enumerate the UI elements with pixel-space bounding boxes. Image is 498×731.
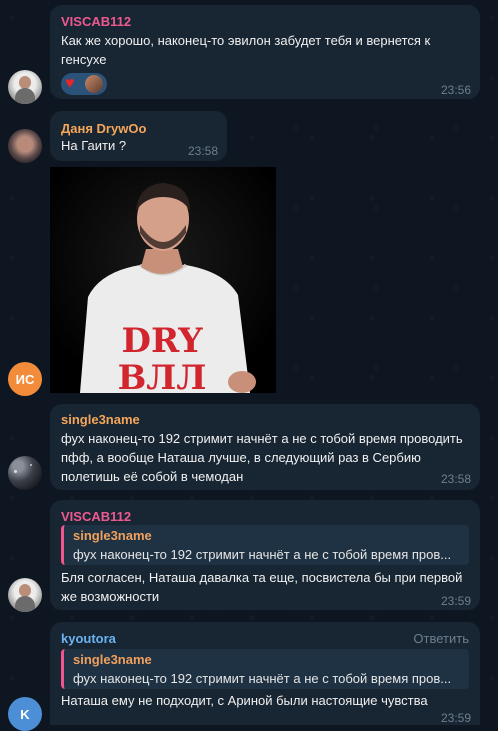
message-bubble[interactable]: kyoutora Ответить single3name фух наконе… — [50, 622, 480, 725]
avatar[interactable] — [8, 456, 42, 490]
avatar[interactable] — [8, 129, 42, 163]
message-time: 23:59 — [440, 594, 471, 608]
message-bubble[interactable]: VISCAB112 Как же хорошо, наконец-то эвил… — [50, 5, 480, 99]
reply-text: фух наконец-то 192 стримит начнёт а не с… — [73, 671, 452, 686]
reply-preview[interactable]: single3name фух наконец-то 192 стримит н… — [61, 525, 469, 565]
avatar-initials: K — [20, 706, 30, 722]
sender-name[interactable]: VISCAB112 — [61, 509, 131, 524]
reply-text: фух наконец-то 192 стримит начнёт а не с… — [73, 547, 452, 562]
avatar-initials: ИС — [15, 371, 35, 387]
sender-name[interactable]: kyoutora — [61, 631, 116, 646]
sender-name[interactable]: single3name — [61, 412, 140, 427]
message-text: Как же хорошо, наконец-то эвилон забудет… — [61, 33, 431, 67]
reply-action[interactable]: Ответить — [413, 631, 469, 646]
message-time: 23:56 — [440, 83, 471, 97]
avatar[interactable] — [8, 578, 42, 612]
reply-preview[interactable]: single3name фух наконец-то 192 стримит н… — [61, 649, 469, 689]
heart-icon: ♥ — [65, 75, 75, 92]
avatar[interactable] — [8, 70, 42, 104]
reply-sender: single3name — [73, 652, 152, 667]
message-time: 23:58 — [188, 144, 219, 158]
message-text: фух наконец-то 192 стримит начнёт а не с… — [61, 431, 463, 484]
message-bubble[interactable]: VISCAB112 single3name фух наконец-то 192… — [50, 500, 480, 610]
message-bubble[interactable]: Даня DrywOo На Гаити ? 23:58 — [50, 111, 227, 161]
message-text: На Гаити ? — [61, 138, 127, 153]
avatar[interactable]: ИС — [8, 362, 42, 396]
avatar[interactable]: K — [8, 697, 42, 731]
user-avatar — [85, 75, 103, 93]
shirt-text: DRY — [122, 321, 204, 361]
sender-name[interactable]: Даня DrywOo — [61, 121, 146, 136]
reactions[interactable]: ♥ — [61, 73, 107, 95]
message-time: 23:58 — [440, 472, 471, 486]
message-time: 23:59 — [440, 711, 471, 725]
message-bubble[interactable]: single3name фух наконец-то 192 стримит н… — [50, 404, 480, 490]
shirt-text: ВЛЛ — [118, 358, 207, 393]
person-photo: DRY ВЛЛ — [50, 167, 276, 393]
photo-message[interactable]: DRY ВЛЛ — [50, 167, 276, 393]
message-text: Наташа ему не подходит, с Ариной были на… — [61, 693, 428, 708]
sender-name[interactable]: VISCAB112 — [61, 14, 131, 29]
reply-sender: single3name — [73, 528, 152, 543]
message-text: Бля согласен, Наташа давалка та еще, пос… — [61, 570, 463, 604]
